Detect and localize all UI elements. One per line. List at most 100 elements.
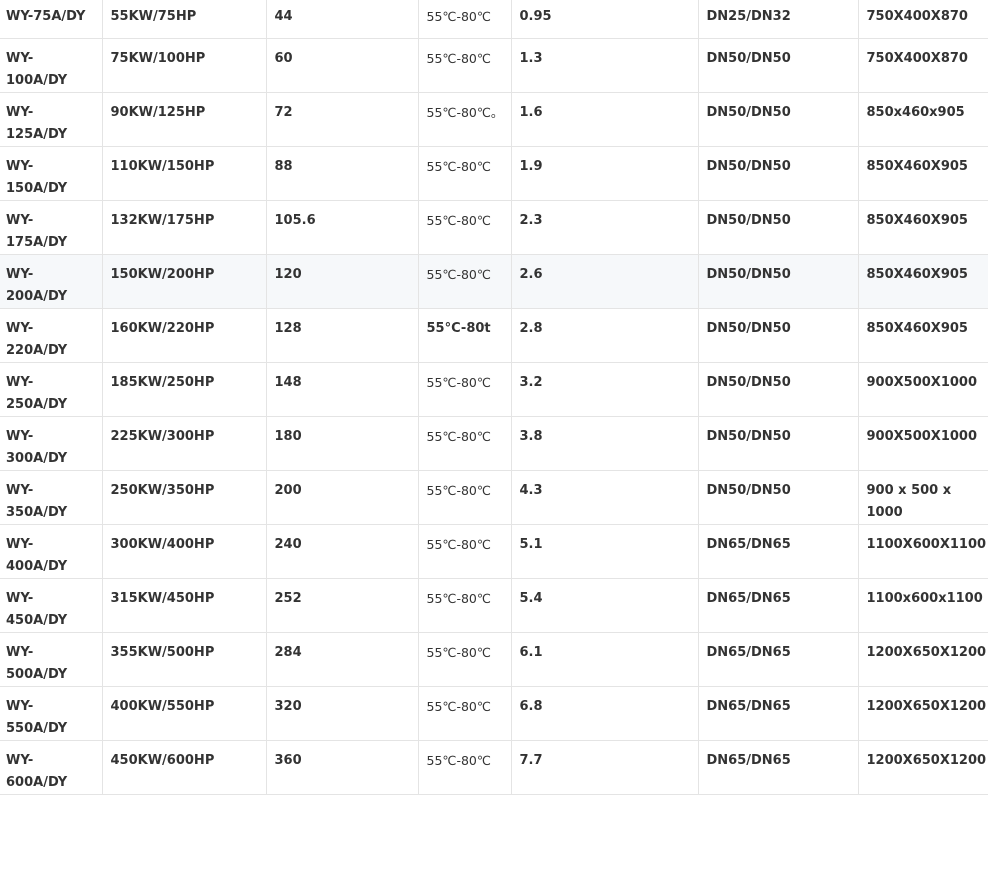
- cell-value: 72: [266, 92, 419, 147]
- cell-temperature: 55℃-80℃: [418, 686, 512, 741]
- cell-power: 110KW/150HP: [102, 146, 267, 201]
- table-row: WY-550A/DY 400KW/550HP 320 55℃-80℃ 6.8 DN65/D…: [0, 686, 988, 741]
- cell-model: WY-250A/DY: [0, 362, 103, 417]
- cell-pipe: DN50/DN50: [698, 38, 859, 93]
- spec-table-body: WY-75A/DY 55KW/75HP 44 55℃-80℃ 0.95 DN25/DN32…: [0, 0, 988, 795]
- cell-pipe: DN65/DN65: [698, 578, 859, 633]
- cell-dimensions: 750X400X870: [858, 0, 988, 39]
- cell-value: 44: [266, 0, 419, 39]
- cell-power: 75KW/100HP: [102, 38, 267, 93]
- cell-temperature: 55℃-80℃: [418, 146, 512, 201]
- cell-dimensions: 1100x600x1100: [858, 578, 988, 633]
- cell-temperature: 55℃-80℃: [418, 632, 512, 687]
- cell-temperature: 55℃-80℃: [418, 200, 512, 255]
- cell-value: 240: [266, 524, 419, 579]
- table-row: WY-300A/DY 225KW/300HP 180 55℃-80℃ 3.8 DN50/D…: [0, 416, 988, 471]
- cell-value: 105.6: [266, 200, 419, 255]
- cell-rate: 2.8: [511, 308, 699, 363]
- cell-pipe: DN65/DN65: [698, 740, 859, 795]
- cell-temperature: 55℃-80℃: [418, 416, 512, 471]
- cell-dimensions: 900 x 500 x 1000: [858, 470, 988, 525]
- cell-model: WY-400A/DY: [0, 524, 103, 579]
- cell-rate: 3.2: [511, 362, 699, 417]
- cell-dimensions: 850X460X905: [858, 254, 988, 309]
- table-row: WY-125A/DY 90KW/125HP 72 55℃-80℃。 1.6 DN50/DN…: [0, 92, 988, 147]
- cell-pipe: DN25/DN32: [698, 0, 859, 39]
- cell-value: 284: [266, 632, 419, 687]
- table-row: WY-600A/DY 450KW/600HP 360 55℃-80℃ 7.7 DN65/D…: [0, 740, 988, 795]
- cell-pipe: DN50/DN50: [698, 200, 859, 255]
- cell-value: 360: [266, 740, 419, 795]
- cell-dimensions: 850x460x905: [858, 92, 988, 147]
- cell-model: WY-500A/DY: [0, 632, 103, 687]
- table-row: WY-200A/DY 150KW/200HP 120 55℃-80℃ 2.6 DN50/D…: [0, 254, 988, 309]
- cell-value: 320: [266, 686, 419, 741]
- cell-pipe: DN50/DN50: [698, 92, 859, 147]
- cell-power: 450KW/600HP: [102, 740, 267, 795]
- cell-power: 160KW/220HP: [102, 308, 267, 363]
- cell-model: WY-450A/DY: [0, 578, 103, 633]
- cell-rate: 0.95: [511, 0, 699, 39]
- table-row: WY-500A/DY 355KW/500HP 284 55℃-80℃ 6.1 DN65/D…: [0, 632, 988, 687]
- cell-power: 300KW/400HP: [102, 524, 267, 579]
- cell-dimensions: 1200X650X1200: [858, 686, 988, 741]
- cell-pipe: DN50/DN50: [698, 416, 859, 471]
- table-row: WY-175A/DY 132KW/175HP 105.6 55℃-80℃ 2.3 DN50…: [0, 200, 988, 255]
- cell-temperature: 55℃-80℃: [418, 362, 512, 417]
- cell-dimensions: 900X500X1000: [858, 362, 988, 417]
- cell-rate: 1.9: [511, 146, 699, 201]
- cell-rate: 5.1: [511, 524, 699, 579]
- cell-power: 90KW/125HP: [102, 92, 267, 147]
- spec-table: WY-75A/DY 55KW/75HP 44 55℃-80℃ 0.95 DN25/DN32…: [0, 0, 988, 795]
- cell-value: 88: [266, 146, 419, 201]
- cell-dimensions: 750X400X870: [858, 38, 988, 93]
- cell-model: WY-150A/DY: [0, 146, 103, 201]
- cell-power: 132KW/175HP: [102, 200, 267, 255]
- cell-value: 60: [266, 38, 419, 93]
- cell-temperature: 55℃-80℃: [418, 0, 512, 39]
- cell-temperature: 55℃-80℃: [418, 740, 512, 795]
- cell-model: WY-175A/DY: [0, 200, 103, 255]
- cell-pipe: DN50/DN50: [698, 254, 859, 309]
- cell-value: 180: [266, 416, 419, 471]
- table-row: WY-75A/DY 55KW/75HP 44 55℃-80℃ 0.95 DN25/DN32…: [0, 0, 988, 39]
- cell-rate: 7.7: [511, 740, 699, 795]
- cell-temperature: 55℃-80℃: [418, 254, 512, 309]
- table-row: WY-350A/DY 250KW/350HP 200 55℃-80℃ 4.3 DN50/D…: [0, 470, 988, 525]
- table-row: WY-150A/DY 110KW/150HP 88 55℃-80℃ 1.9 DN50/DN…: [0, 146, 988, 201]
- cell-model: WY-220A/DY: [0, 308, 103, 363]
- cell-pipe: DN65/DN65: [698, 686, 859, 741]
- cell-value: 148: [266, 362, 419, 417]
- cell-power: 150KW/200HP: [102, 254, 267, 309]
- cell-rate: 1.6: [511, 92, 699, 147]
- table-row: WY-450A/DY 315KW/450HP 252 55℃-80℃ 5.4 DN65/D…: [0, 578, 988, 633]
- cell-power: 55KW/75HP: [102, 0, 267, 39]
- cell-power: 250KW/350HP: [102, 470, 267, 525]
- cell-pipe: DN50/DN50: [698, 362, 859, 417]
- cell-model: WY-600A/DY: [0, 740, 103, 795]
- cell-model: WY-350A/DY: [0, 470, 103, 525]
- cell-pipe: DN65/DN65: [698, 524, 859, 579]
- cell-dimensions: 850X460X905: [858, 308, 988, 363]
- cell-power: 315KW/450HP: [102, 578, 267, 633]
- cell-temperature: 55℃-80℃: [418, 470, 512, 525]
- cell-rate: 3.8: [511, 416, 699, 471]
- cell-rate: 6.1: [511, 632, 699, 687]
- cell-rate: 6.8: [511, 686, 699, 741]
- table-row: WY-250A/DY 185KW/250HP 148 55℃-80℃ 3.2 DN50/D…: [0, 362, 988, 417]
- cell-rate: 2.3: [511, 200, 699, 255]
- cell-temperature: 55℃-80℃: [418, 524, 512, 579]
- table-row: WY-400A/DY 300KW/400HP 240 55℃-80℃ 5.1 DN65/D…: [0, 524, 988, 579]
- cell-model: WY-200A/DY: [0, 254, 103, 309]
- cell-model: WY-125A/DY: [0, 92, 103, 147]
- cell-pipe: DN50/DN50: [698, 470, 859, 525]
- cell-dimensions: 1200X650X1200: [858, 632, 988, 687]
- cell-power: 225KW/300HP: [102, 416, 267, 471]
- cell-pipe: DN50/DN50: [698, 308, 859, 363]
- cell-power: 355KW/500HP: [102, 632, 267, 687]
- cell-model: WY-100A/DY: [0, 38, 103, 93]
- cell-temperature: 55°C-80t: [418, 308, 512, 363]
- cell-model: WY-550A/DY: [0, 686, 103, 741]
- cell-rate: 5.4: [511, 578, 699, 633]
- cell-dimensions: 850X460X905: [858, 146, 988, 201]
